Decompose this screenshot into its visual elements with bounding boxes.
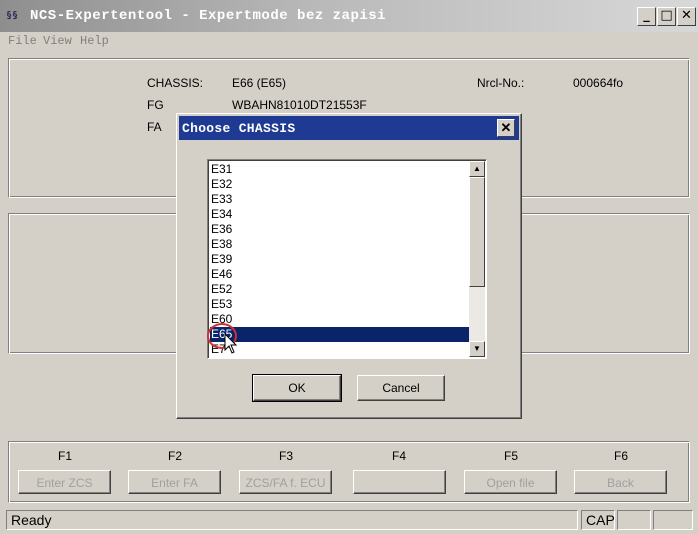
fkey-label-f5: F5 <box>503 449 518 463</box>
scroll-up-icon[interactable]: ▲ <box>469 161 485 177</box>
menu-help[interactable]: Help <box>80 34 109 48</box>
mouse-pointer-icon <box>224 333 238 354</box>
chassis-list-item[interactable]: E39 <box>210 252 470 267</box>
chassis-value: E66 (E65) <box>232 76 287 90</box>
enter-zcs-button[interactable]: Enter ZCS <box>18 470 111 494</box>
chassis-list-item[interactable]: E32 <box>210 177 470 192</box>
f4-button[interactable] <box>353 470 446 494</box>
dialog-title-bar[interactable]: Choose CHASSIS ✕ <box>179 116 519 140</box>
chassis-list-item[interactable]: E60 <box>210 312 470 327</box>
back-button[interactable]: Back <box>574 470 667 494</box>
scroll-down-icon[interactable]: ▼ <box>469 341 485 357</box>
chassis-list-item[interactable]: E34 <box>210 207 470 222</box>
fkey-label-f2: F2 <box>167 449 182 463</box>
status-text: Ready <box>6 510 578 530</box>
status-bar: Ready CAP <box>0 507 698 534</box>
num-indicator <box>617 510 651 530</box>
cap-indicator: CAP <box>581 510 615 530</box>
fg-value: WBAHN81010DT21553F <box>232 98 367 112</box>
fkey-label-f4: F4 <box>391 449 406 463</box>
enter-fa-button[interactable]: Enter FA <box>128 470 221 494</box>
chassis-list-item[interactable]: E52 <box>210 282 470 297</box>
chassis-list-item[interactable]: E38 <box>210 237 470 252</box>
zcs-fa-ecu-button[interactable]: ZCS/FA f. ECU <box>239 470 332 494</box>
title-bar[interactable]: §§ NCS-Expertentool - Expertmode bez zap… <box>0 0 698 32</box>
chassis-listbox[interactable]: E31 E32 E33 E34 E36 E38 E39 E46 E52 E53 E60 E65 E7 ▲… <box>207 159 487 359</box>
open-file-button[interactable]: Open file <box>464 470 557 494</box>
maximize-button[interactable]: □ <box>657 7 676 26</box>
chassis-list-item[interactable]: E46 <box>210 267 470 282</box>
chassis-list-item[interactable]: E7 <box>210 342 470 357</box>
chassis-list: E31 E32 E33 E34 E36 E38 E39 E46 E52 E53 E60 E65 E7 <box>210 162 470 357</box>
app-icon: §§ <box>6 10 19 21</box>
minimize-button[interactable]: _ <box>637 7 656 26</box>
menu-file[interactable]: File <box>8 34 37 48</box>
scroll-indicator <box>653 510 693 530</box>
fkey-label-f1: F1 <box>57 449 72 463</box>
fa-label: FA <box>147 120 162 134</box>
dialog-close-button[interactable]: ✕ <box>497 119 515 137</box>
nrcl-value: 000664fo <box>573 76 624 90</box>
close-button[interactable]: ✕ <box>677 7 696 26</box>
fg-label: FG <box>147 98 164 112</box>
menu-bar: File View Help <box>0 32 698 50</box>
menu-view[interactable]: View <box>43 34 72 48</box>
window-title: NCS-Expertentool - Expertmode bez zapisi <box>30 8 387 24</box>
chassis-list-item[interactable]: E33 <box>210 192 470 207</box>
scroll-thumb[interactable] <box>469 177 485 287</box>
cancel-button[interactable]: Cancel <box>357 375 445 401</box>
nrcl-label: Nrcl-No.: <box>477 76 525 90</box>
fkey-label-f3: F3 <box>278 449 293 463</box>
chassis-list-item[interactable]: E31 <box>210 162 470 177</box>
dialog-title: Choose CHASSIS <box>182 121 296 136</box>
fkey-label-f6: F6 <box>613 449 628 463</box>
choose-chassis-dialog: Choose CHASSIS ✕ E31 E32 E33 E34 E36 E38 E39 E4… <box>176 113 522 419</box>
chassis-list-item[interactable]: E36 <box>210 222 470 237</box>
ok-button[interactable]: OK <box>252 374 342 402</box>
chassis-list-item[interactable]: E65 <box>210 327 470 342</box>
chassis-list-item[interactable]: E53 <box>210 297 470 312</box>
chassis-label: CHASSIS: <box>147 76 204 90</box>
list-scrollbar[interactable]: ▲ ▼ <box>469 161 485 357</box>
